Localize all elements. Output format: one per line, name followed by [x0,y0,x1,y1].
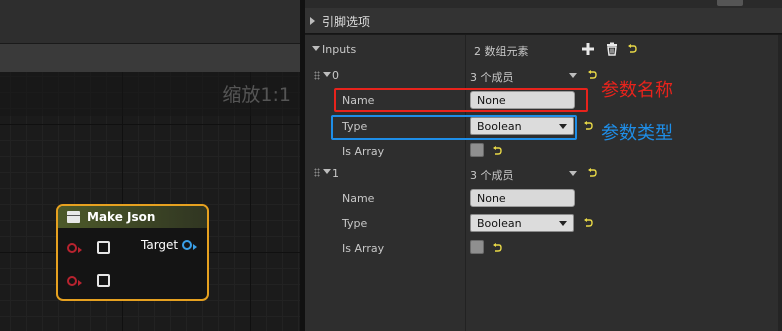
inputs-label: Inputs [322,43,357,56]
reset-arrow-icon[interactable] [587,70,597,80]
element-1-is-array-label: Is Array [342,242,385,255]
element-0-members: 3 个成员 [470,71,514,84]
input-pin-0[interactable] [67,243,82,253]
element-1-menu-icon[interactable] [569,171,577,176]
reset-arrow-icon[interactable] [587,168,597,178]
element-1-type-combo[interactable]: Boolean [470,214,574,232]
reset-arrow-icon[interactable] [492,243,502,253]
input-pin-1[interactable] [67,276,82,286]
type-annotation: 参数类型 [601,123,673,144]
section-title: 引脚选项 [322,15,371,29]
type-highlight-box [331,115,577,140]
expand-element-1-icon[interactable] [323,169,331,174]
graph-toolbar [0,0,300,44]
element-1-members: 3 个成员 [470,169,514,182]
element-1-type-label: Type [342,217,368,230]
inputs-count: 2 数组元素 [474,45,529,58]
struct-icon [67,211,80,223]
element-1-is-array-checkbox[interactable] [470,240,484,254]
element-1-name-field[interactable]: None [470,189,575,207]
drag-handle-icon[interactable] [314,168,320,177]
expand-inputs-icon[interactable] [312,46,320,51]
reset-arrow-icon[interactable] [627,44,637,54]
panel-top-strip [305,0,782,8]
zoom-label: 缩放1:1 [222,84,291,106]
trash-icon[interactable] [605,42,619,56]
target-pin-label: Target [141,238,179,252]
node-header[interactable]: Make Json [58,206,207,228]
name-highlight-box [334,88,588,112]
element-1-type-value: Boolean [477,217,522,230]
element-0-is-array-label: Is Array [342,145,385,158]
make-json-node[interactable]: Make Json Target [56,204,209,301]
chevron-down-icon [559,221,567,226]
expand-element-0-icon[interactable] [323,72,331,77]
name-annotation: 参数名称 [601,80,673,101]
scrollbar[interactable] [778,35,782,331]
element-1-name-label: Name [342,192,375,205]
element-0-is-array-checkbox[interactable] [470,143,484,157]
element-0-menu-icon[interactable] [569,73,577,78]
property-list: Inputs 2 数组元素 0 3 个成员 Name None Type Boo… [305,35,782,331]
chevron-right-icon [310,17,315,25]
drag-handle-icon[interactable] [314,71,320,80]
section-header-pin-options[interactable]: 引脚选项 [305,8,782,34]
graph-tab-strip [0,44,300,72]
blueprint-graph[interactable]: 缩放1:1 Make Json Target [0,0,300,331]
reset-arrow-icon[interactable] [492,146,502,156]
reset-arrow-icon[interactable] [583,121,593,131]
target-output-pin[interactable] [182,240,197,250]
element-1-index: 1 [332,167,339,180]
plus-icon[interactable] [581,42,595,56]
element-0-index: 0 [332,69,339,82]
input-pin-0-checkbox[interactable] [97,241,110,254]
input-pin-1-checkbox[interactable] [97,274,110,287]
reset-arrow-icon[interactable] [583,218,593,228]
node-title: Make Json [87,210,156,224]
panel-options-button[interactable] [717,0,743,6]
details-panel: 引脚选项 Inputs 2 数组元素 0 3 个成员 Name None Typ… [305,0,782,331]
